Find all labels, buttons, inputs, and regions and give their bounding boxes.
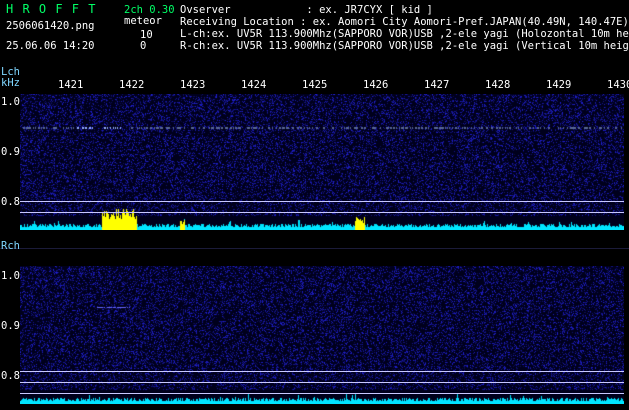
time-tick-1424: 1424 bbox=[241, 79, 267, 91]
time-tick-1430: 1430 bbox=[607, 79, 629, 91]
rch-spectrogram bbox=[20, 266, 624, 404]
channel-separator bbox=[0, 248, 629, 249]
app-title: H R O F F T bbox=[6, 2, 97, 16]
time-tick-1426: 1426 bbox=[363, 79, 389, 91]
rch-ytick-2: 0.9 bbox=[1, 320, 20, 332]
time-tick-1422: 1422 bbox=[119, 79, 145, 91]
location-info: Receiving Location : ex. Aomori City Aom… bbox=[180, 16, 629, 28]
rch-ref-line-3 bbox=[20, 393, 624, 394]
lch-spectrogram bbox=[20, 94, 624, 230]
meteor-count-rch: 0 bbox=[140, 40, 147, 52]
lch-ytick-2: 0.9 bbox=[1, 146, 20, 158]
file-name: 2506061420.png bbox=[6, 20, 95, 32]
time-tick-1421: 1421 bbox=[58, 79, 84, 91]
rch-ref-line-2 bbox=[20, 382, 624, 383]
rch-info: R-ch:ex. UV5R 113.900Mhz(SAPPORO VOR)USB… bbox=[180, 40, 629, 52]
rch-ref-line-1 bbox=[20, 371, 624, 372]
time-tick-1423: 1423 bbox=[180, 79, 206, 91]
time-tick-1427: 1427 bbox=[424, 79, 450, 91]
rch-ytick-3: 0.8 bbox=[1, 370, 20, 382]
lch-info: L-ch:ex. UV5R 113.900Mhz(SAPPORO VOR)USB… bbox=[180, 28, 629, 40]
lch-ref-line-2 bbox=[20, 212, 624, 213]
rch-ytick-1: 1.0 bbox=[1, 270, 20, 282]
rch-label: Rch bbox=[1, 240, 20, 252]
observer-info: Ovserver : ex. JR7CYX [ kid ] bbox=[180, 4, 433, 16]
time-tick-1425: 1425 bbox=[302, 79, 328, 91]
lch-ytick-1: 1.0 bbox=[1, 96, 20, 108]
time-tick-1429: 1429 bbox=[546, 79, 572, 91]
meteor-label: meteor bbox=[124, 15, 162, 27]
lch-unit: kHz bbox=[1, 77, 20, 89]
timestamp: 25.06.06 14:20 bbox=[6, 40, 95, 52]
lch-ref-line-1 bbox=[20, 201, 624, 202]
lch-ytick-3: 0.8 bbox=[1, 196, 20, 208]
time-tick-1428: 1428 bbox=[485, 79, 511, 91]
